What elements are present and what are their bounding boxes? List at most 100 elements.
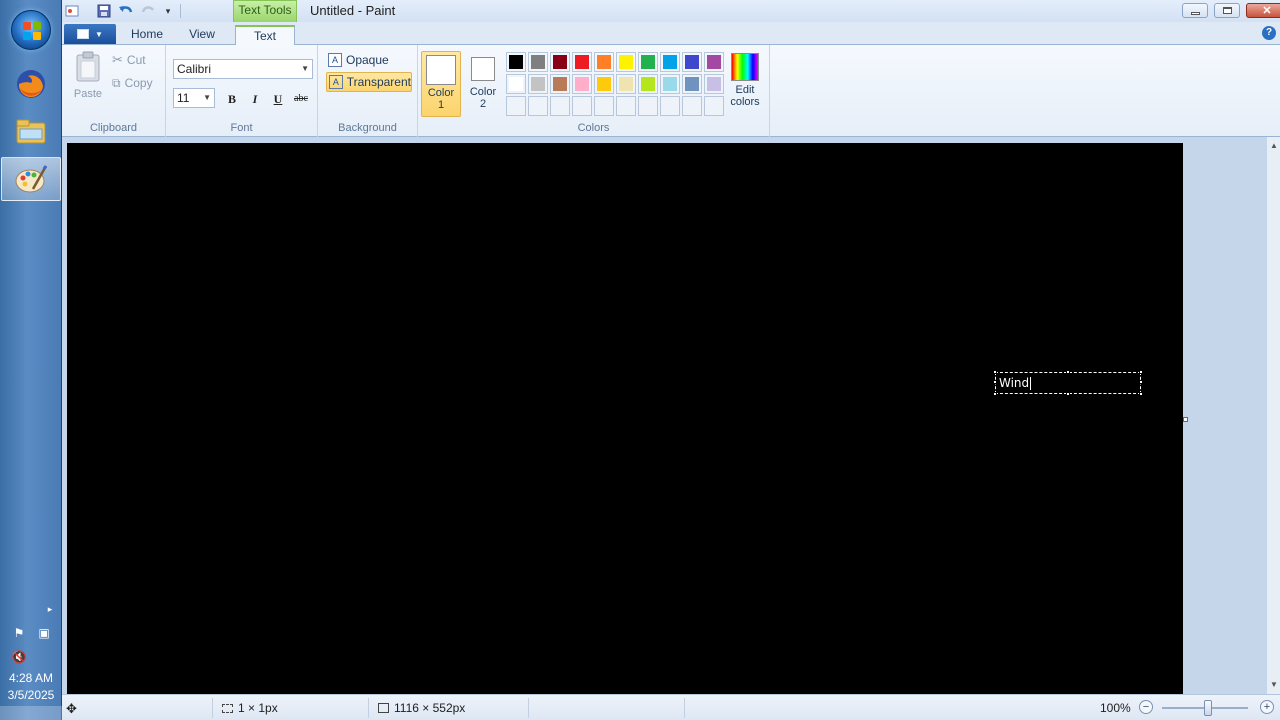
paint-menu-button[interactable]: ▼ [64,24,116,44]
palette-empty-slot[interactable] [594,96,614,116]
close-button[interactable]: ✕ [1246,3,1280,18]
color2-button[interactable]: Color 2 [463,51,503,117]
palette-empty-slot[interactable] [550,96,570,116]
tab-view[interactable]: View [180,25,224,46]
volume-muted-icon[interactable]: 🔇 [11,650,27,664]
transparent-label: Transparent [346,75,411,89]
font-family-select[interactable]: Calibri ▼ [173,59,313,79]
tray-time[interactable]: 4:28 AM [0,671,62,685]
save-icon[interactable] [96,3,112,19]
palette-swatch[interactable] [660,74,680,94]
network-icon[interactable]: ▣ [36,626,52,640]
customize-quick-access-icon[interactable]: ▾ [160,3,176,19]
zoom-slider-thumb[interactable] [1204,700,1212,716]
palette-empty-slot[interactable] [704,96,724,116]
palette-swatch[interactable] [616,52,636,72]
palette-swatch[interactable] [594,52,614,72]
text-tools-context-label: Text Tools [233,0,297,22]
transparent-button[interactable]: A Transparent [326,72,412,92]
italic-button[interactable]: I [245,89,265,109]
edit-colors-button[interactable]: Edit colors [725,51,765,117]
taskbar-firefox[interactable] [4,62,58,106]
action-center-flag-icon[interactable]: ⚑ [11,626,27,640]
palette-empty-slot[interactable] [572,96,592,116]
palette-empty-slot[interactable] [682,96,702,116]
color1-number: 1 [437,99,445,111]
copy-button[interactable]: ⧉ Copy [112,73,153,93]
palette-swatch[interactable] [572,52,592,72]
zoom-out-button[interactable]: − [1139,700,1153,714]
show-desktop-button[interactable] [0,706,62,720]
font-size-select[interactable]: 11 ▼ [173,88,215,108]
paste-button[interactable]: Paste [70,51,106,107]
canvas-resize-handle[interactable] [1183,417,1188,422]
status-separator [368,698,369,718]
vertical-scrollbar[interactable]: ▲ ▼ [1266,137,1280,694]
start-button[interactable] [11,10,51,50]
palette-swatch[interactable] [506,74,526,94]
underline-button[interactable]: U [268,89,288,109]
taskbar-paint[interactable] [1,157,61,201]
clipboard-group-label: Clipboard [89,122,138,134]
resize-handle[interactable] [993,370,997,374]
clipboard-group: Paste ✂ Cut ⧉ Copy Clipboard [62,45,166,137]
undo-icon[interactable] [118,3,134,19]
palette-empty-slot[interactable] [638,96,658,116]
zoom-in-button[interactable]: + [1260,700,1274,714]
redo-icon[interactable] [140,3,156,19]
folder-icon [16,119,46,144]
resize-handle[interactable] [1139,370,1143,374]
palette-empty-slot[interactable] [528,96,548,116]
palette-swatch[interactable] [638,74,658,94]
minimize-button[interactable] [1182,3,1208,18]
tab-text[interactable]: Text [235,25,295,46]
drawing-canvas[interactable]: Wind [67,143,1183,694]
restore-icon [1222,7,1232,14]
palette-swatch[interactable] [594,74,614,94]
tray-date[interactable]: 3/5/2025 [0,688,62,702]
palette-swatch[interactable] [704,74,724,94]
palette-swatch[interactable] [616,74,636,94]
restore-button[interactable] [1214,3,1240,18]
resize-handle[interactable] [993,392,997,396]
menu-icon [77,29,90,39]
palette-swatch[interactable] [550,52,570,72]
text-box-content[interactable]: Wind [999,376,1032,390]
palette-swatch[interactable] [682,74,702,94]
tab-home[interactable]: Home [124,25,170,46]
palette-swatch[interactable] [572,74,592,94]
resize-handle[interactable] [993,380,997,384]
palette-swatch[interactable] [660,52,680,72]
palette-swatch[interactable] [528,74,548,94]
resize-handle[interactable] [1066,392,1070,396]
resize-handle[interactable] [1139,392,1143,396]
bold-button[interactable]: B [222,89,242,109]
paint-app-icon[interactable] [64,3,80,19]
help-icon[interactable]: ? [1262,26,1276,40]
scroll-up-icon[interactable]: ▲ [1269,141,1279,151]
taskbar-explorer[interactable] [4,110,58,154]
show-hidden-icons-icon[interactable]: ▸ [42,602,58,616]
selection-size-cell: 1 × 1px [222,701,278,715]
palette-swatch[interactable] [528,52,548,72]
palette-empty-slot[interactable] [660,96,680,116]
opaque-button[interactable]: A Opaque [326,50,412,70]
strikethrough-button[interactable]: abc [291,89,311,109]
scroll-down-icon[interactable]: ▼ [1269,680,1279,690]
status-separator [528,698,529,718]
palette-swatch[interactable] [704,52,724,72]
resize-handle[interactable] [1139,380,1143,384]
palette-swatch[interactable] [638,52,658,72]
palette-swatch[interactable] [506,52,526,72]
text-box[interactable]: Wind [993,370,1143,396]
copy-icon: ⧉ [112,75,121,90]
resize-handle[interactable] [1066,370,1070,374]
palette-empty-slot[interactable] [616,96,636,116]
background-group: A Opaque A Transparent Background [318,45,418,137]
selection-icon [222,703,233,713]
palette-empty-slot[interactable] [506,96,526,116]
palette-swatch[interactable] [682,52,702,72]
palette-swatch[interactable] [550,74,570,94]
color1-button[interactable]: Color 1 [421,51,461,117]
cut-button[interactable]: ✂ Cut [112,50,146,70]
